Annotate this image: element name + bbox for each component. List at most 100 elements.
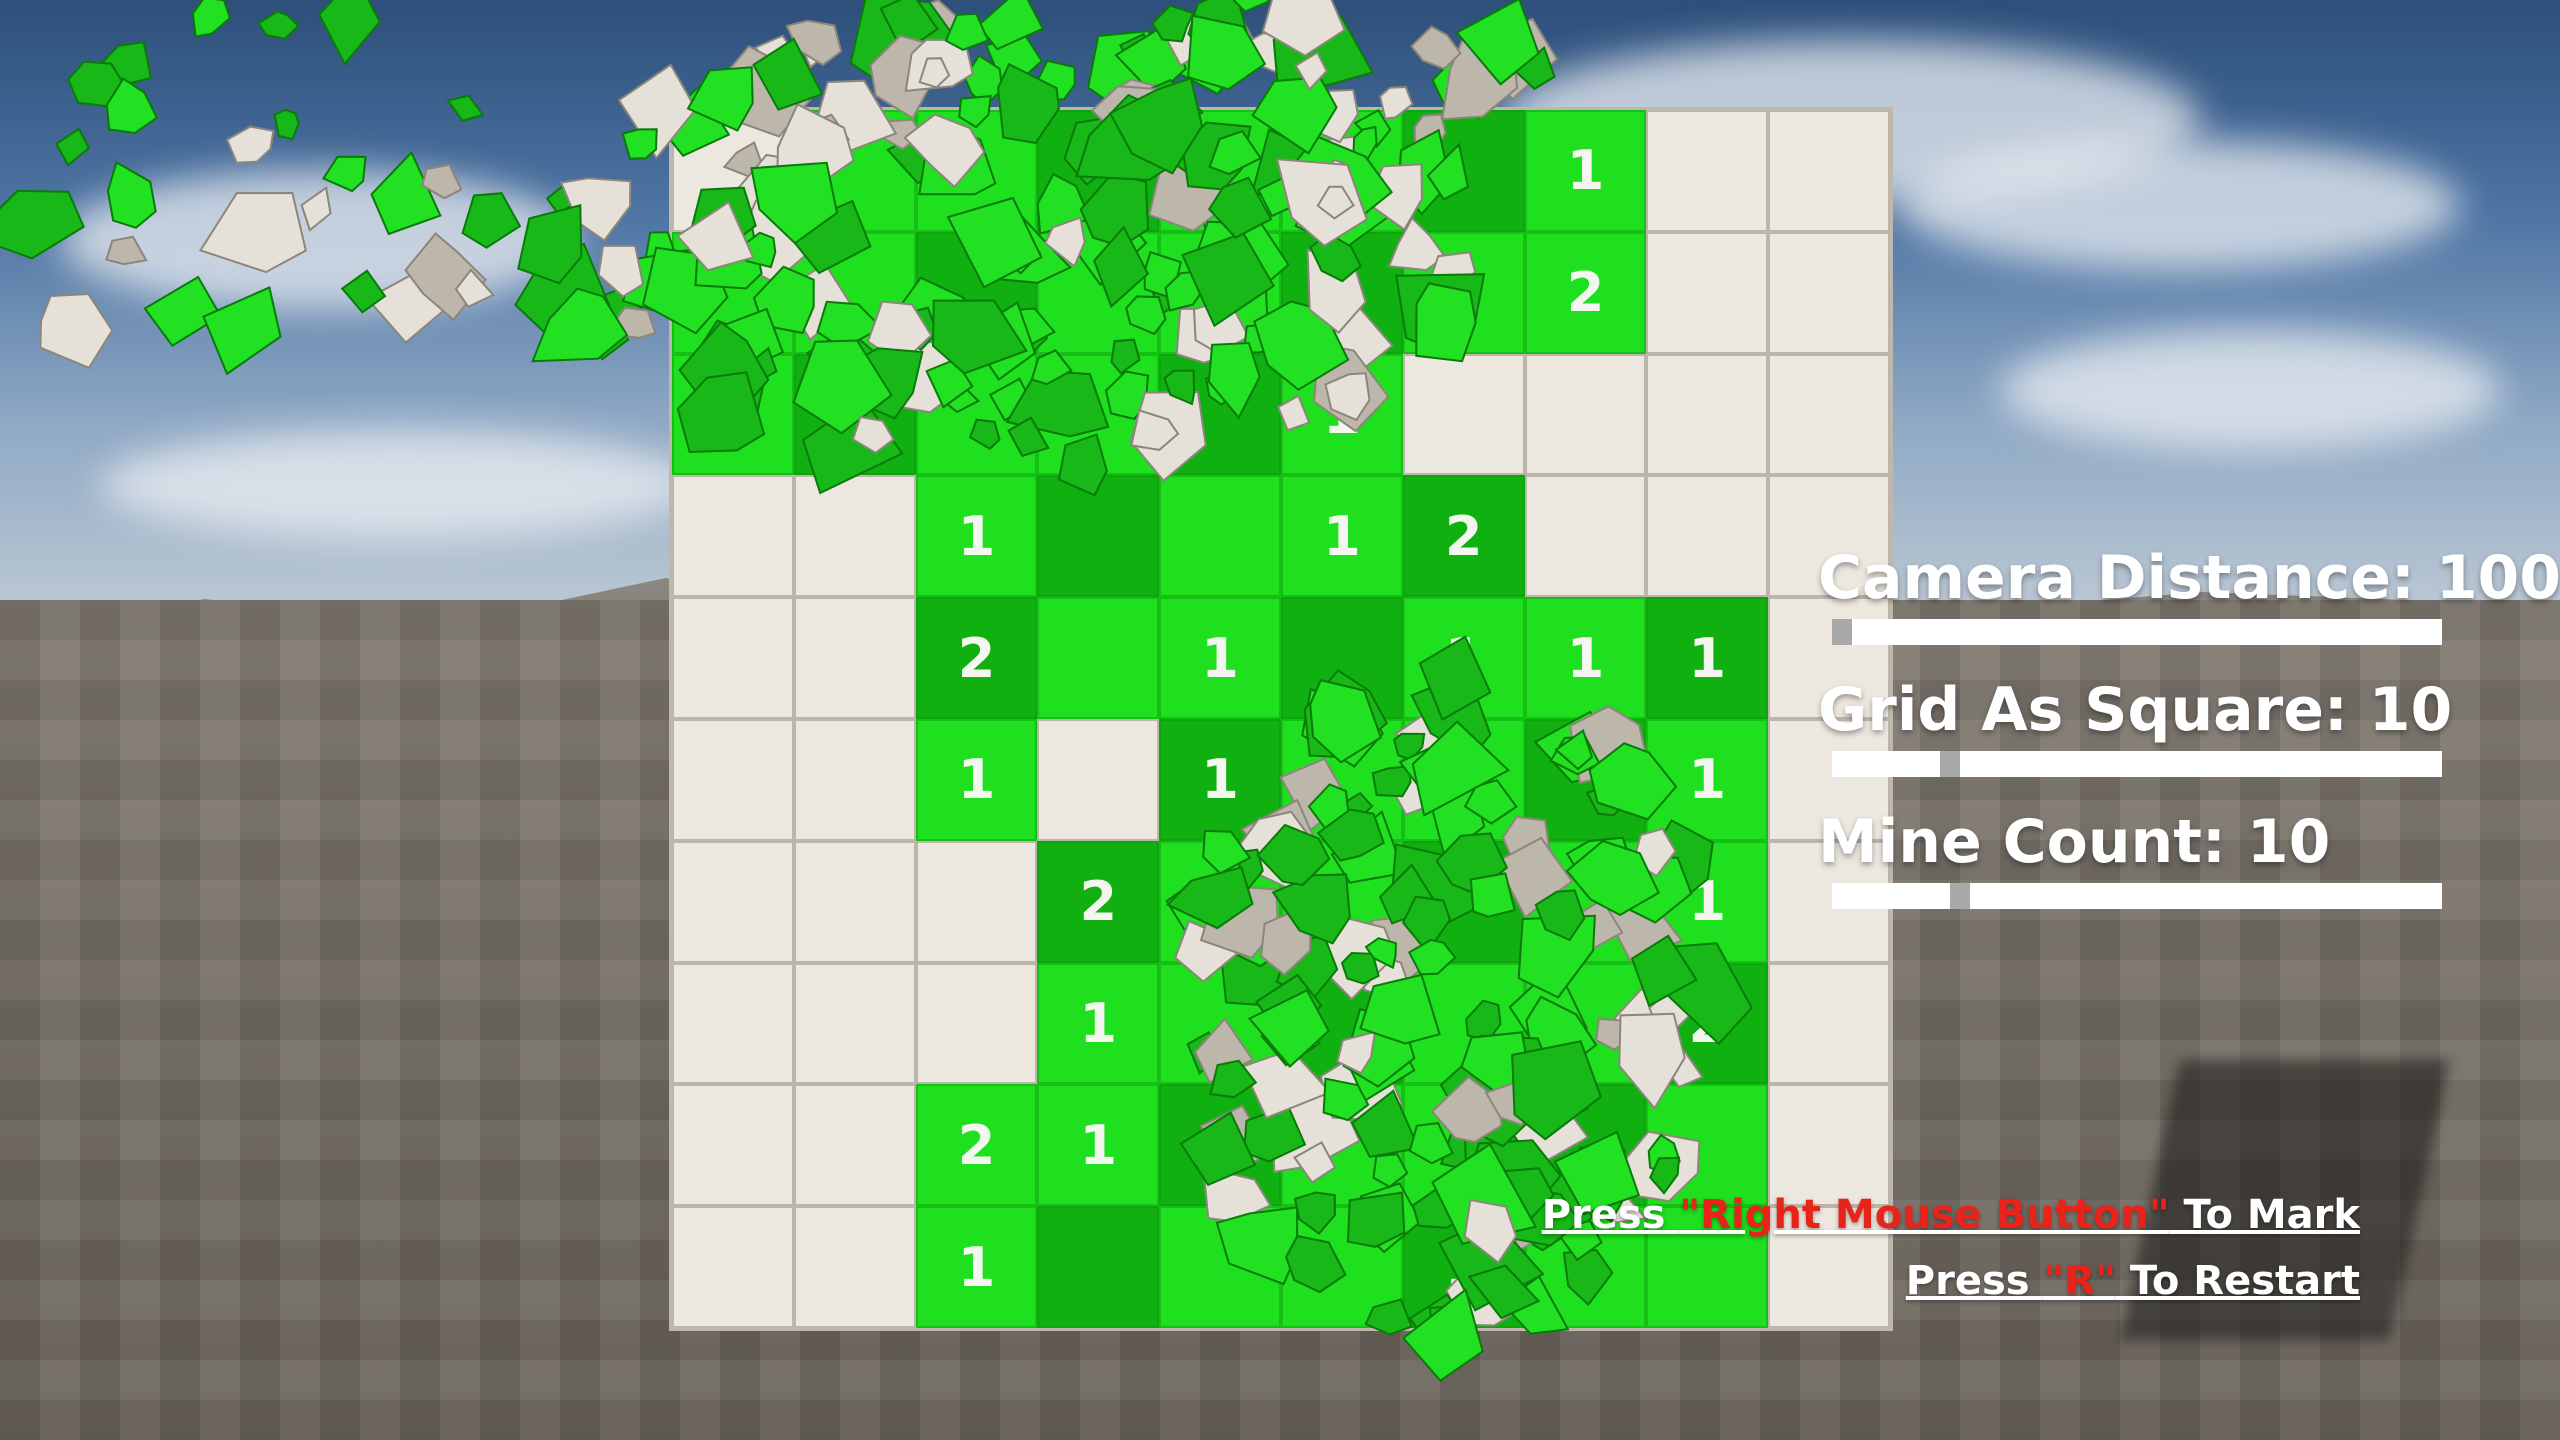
revealed-cell <box>1524 962 1647 1085</box>
grid-size-slider[interactable] <box>1832 751 2442 777</box>
mark-hint-prefix: Press <box>1541 1192 1680 1238</box>
cell-number: 1 <box>1201 748 1239 812</box>
revealed-cell <box>1402 1084 1525 1207</box>
revealed-cell: 2 <box>1402 475 1525 598</box>
revealed-cell <box>1281 1206 1403 1328</box>
revealed-cell <box>1037 1206 1160 1328</box>
revealed-cell <box>1159 475 1281 598</box>
revealed-cell: 1 <box>1159 719 1281 841</box>
grid-size-slider-thumb[interactable] <box>1940 751 1960 777</box>
revealed-cell: 1 <box>1402 231 1525 354</box>
cell-number: 1 <box>957 1235 996 1299</box>
hidden-cell[interactable] <box>915 840 1038 963</box>
hidden-cell[interactable] <box>1768 110 1890 232</box>
hidden-cell[interactable] <box>793 1206 916 1328</box>
revealed-cell: 1 <box>1281 231 1403 354</box>
hidden-cell[interactable] <box>793 597 916 719</box>
hidden-cell[interactable] <box>1768 1084 1890 1207</box>
revealed-cell <box>1037 475 1160 598</box>
revealed-cell: 2 <box>915 597 1038 719</box>
restart-hint-suffix: To Restart <box>2115 1258 2360 1304</box>
revealed-cell <box>1159 110 1281 232</box>
hidden-cell[interactable] <box>1524 475 1647 598</box>
cell-number: 1 <box>1688 748 1727 812</box>
revealed-cell <box>1524 840 1647 963</box>
revealed-cell <box>1037 231 1160 354</box>
revealed-cell: 2 <box>1037 840 1160 963</box>
revealed-cell <box>1402 110 1525 232</box>
hidden-cell[interactable] <box>1768 962 1890 1085</box>
camera-distance-slider[interactable] <box>1832 619 2442 645</box>
hidden-cell[interactable] <box>1768 231 1890 354</box>
hidden-cell[interactable] <box>1646 231 1769 354</box>
cell-number: 1 <box>1201 870 1239 934</box>
mine-count-control: Mine Count: 10 <box>1818 809 2458 909</box>
cell-number: 1 <box>1566 139 1605 203</box>
revealed-cell <box>1159 1084 1281 1207</box>
revealed-cell <box>1281 110 1403 232</box>
hidden-cell[interactable] <box>1646 110 1769 232</box>
restart-hint-key: "R" <box>2043 1258 2116 1304</box>
camera-distance-slider-thumb[interactable] <box>1832 619 1852 645</box>
cell-number: 2 <box>957 1113 996 1177</box>
revealed-cell <box>1402 962 1525 1085</box>
hidden-cell[interactable] <box>793 962 916 1085</box>
revealed-cell: 1 <box>1646 597 1769 719</box>
mine-count-slider[interactable] <box>1832 883 2442 909</box>
revealed-cell: 1 <box>1159 840 1281 963</box>
revealed-cell <box>1159 353 1281 476</box>
cell-number: 2 <box>1688 991 1727 1055</box>
cell-number: 1 <box>1688 626 1727 690</box>
revealed-cell <box>1402 840 1525 963</box>
revealed-cell: 1 <box>1646 719 1769 841</box>
cell-number: 2 <box>957 626 996 690</box>
revealed-cell <box>915 110 1038 232</box>
revealed-cell <box>1281 1084 1403 1207</box>
cell-number: 1 <box>1323 504 1361 568</box>
hidden-cell[interactable] <box>672 110 794 232</box>
cell-number: 1 <box>714 382 752 446</box>
restart-hint-prefix: Press <box>1905 1258 2044 1304</box>
revealed-cell: 1 <box>1037 962 1160 1085</box>
cell-number: 1 <box>1323 382 1361 446</box>
revealed-cell <box>793 110 916 232</box>
revealed-cell: 1 <box>1281 353 1403 476</box>
revealed-cell <box>1646 1084 1769 1207</box>
hidden-cell[interactable] <box>672 475 794 598</box>
hidden-cell[interactable] <box>793 1084 916 1207</box>
revealed-cell: 1 <box>1402 597 1525 719</box>
hidden-cell[interactable] <box>793 475 916 598</box>
hidden-cell[interactable] <box>793 840 916 963</box>
hidden-cell[interactable] <box>672 719 794 841</box>
revealed-cell <box>1159 1206 1281 1328</box>
hidden-cell[interactable] <box>672 597 794 719</box>
mine-count-label: Mine Count: 10 <box>1818 807 2331 877</box>
hidden-cell[interactable] <box>672 1084 794 1207</box>
hidden-cell[interactable] <box>1524 353 1647 476</box>
hidden-cell[interactable] <box>1646 353 1769 476</box>
hidden-cell[interactable] <box>672 840 794 963</box>
cell-number: 1 <box>957 748 996 812</box>
cell-number: 1 <box>1444 626 1483 690</box>
minesweeper-grid[interactable]: 1 1 1 2 1 1 1 1 2 2 1 1 1 1 1 1 1 2 1 1 1 2 2 1 1 1 <box>672 110 1890 1328</box>
revealed-cell: 1 <box>1402 1206 1525 1328</box>
hidden-cell[interactable] <box>672 1206 794 1328</box>
hidden-cell[interactable] <box>1402 353 1525 476</box>
revealed-cell: 1 <box>915 475 1038 598</box>
revealed-cell <box>915 231 1038 354</box>
revealed-cell: 1 <box>1159 597 1281 719</box>
revealed-cell <box>1281 962 1403 1085</box>
mine-count-slider-thumb[interactable] <box>1950 883 1970 909</box>
hidden-cell[interactable] <box>1768 353 1890 476</box>
grid-size-control: Grid As Square: 10 <box>1818 677 2458 777</box>
hidden-cell[interactable] <box>1646 475 1769 598</box>
hidden-cell[interactable] <box>1037 719 1160 841</box>
camera-distance-control: Camera Distance: 100 <box>1818 543 2560 645</box>
hidden-cell[interactable] <box>672 962 794 1085</box>
camera-distance-label: Camera Distance: 100 <box>1818 543 2560 613</box>
hidden-cell[interactable] <box>793 719 916 841</box>
cell-number: 2 <box>1444 504 1483 568</box>
hidden-cell[interactable] <box>915 962 1038 1085</box>
cell-number: 1 <box>1444 261 1483 325</box>
mark-hint-key: "Right Mouse Button" <box>1679 1192 2170 1238</box>
